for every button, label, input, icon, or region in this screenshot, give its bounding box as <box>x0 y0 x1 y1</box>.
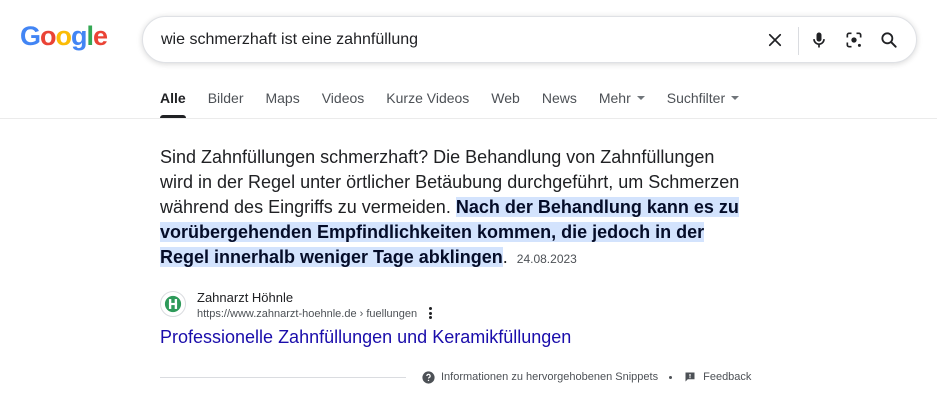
tab-label: Kurze Videos <box>386 90 470 106</box>
tab-label: Videos <box>321 90 365 106</box>
feedback-link[interactable]: Feedback <box>683 370 751 384</box>
search-divider <box>798 27 799 55</box>
tab-label: Alle <box>160 90 186 106</box>
logo-letter: o <box>55 21 72 51</box>
tab-label: Bilder <box>207 90 244 106</box>
site-favicon-icon <box>160 291 186 317</box>
tab-label: News <box>541 90 577 106</box>
search-box[interactable]: wie schmerzhaft ist eine zahnfüllung <box>142 16 917 63</box>
tab-maps[interactable]: Maps <box>265 90 299 118</box>
about-snippets-link[interactable]: Informationen zu hervorgehobenen Snippet… <box>421 370 658 384</box>
about-snippets-label: Informationen zu hervorgehobenen Snippet… <box>441 371 659 383</box>
caret-down-icon <box>731 96 740 100</box>
tab-videos[interactable]: Videos <box>322 90 365 118</box>
feedback-icon <box>683 370 697 384</box>
tab-news[interactable]: News <box>542 90 577 118</box>
tab-label: Mehr <box>598 90 631 106</box>
logo-letter: o <box>40 21 56 51</box>
caret-down-icon <box>636 96 645 100</box>
search-input[interactable]: wie schmerzhaft ist eine zahnfüllung <box>161 31 418 49</box>
logo-letter: G <box>20 21 41 51</box>
clear-icon[interactable] <box>763 28 787 52</box>
camera-lens-icon[interactable] <box>842 28 866 52</box>
site-url: https://www.zahnarzt-hoehnle.de › fuellu… <box>197 308 418 320</box>
logo-letter: e <box>93 21 108 51</box>
google-logo[interactable]: Google <box>20 21 108 52</box>
tab-suchfilter[interactable]: Suchfilter <box>666 90 740 118</box>
tab-mehr[interactable]: Mehr <box>599 90 645 118</box>
snippet-date: 24.08.2023 <box>516 252 577 266</box>
site-name: Zahnarzt Höhnle <box>197 290 294 305</box>
snippet-end: . <box>502 247 508 267</box>
tab-label: Suchfilter <box>666 90 726 106</box>
search-icon[interactable] <box>877 28 901 52</box>
footer-divider <box>160 377 406 378</box>
logo-letter: g <box>71 21 87 51</box>
header-divider <box>0 118 937 119</box>
feedback-label: Feedback <box>703 371 752 383</box>
result-title-link[interactable]: Professionelle Zahnfüllungen und Keramik… <box>160 327 571 348</box>
featured-snippet: Sind Zahnfüllungen schmerzhaft? Die Beha… <box>160 145 740 272</box>
snippet-footer: Informationen zu hervorgehobenen Snippet… <box>421 370 751 384</box>
microphone-icon[interactable] <box>807 28 831 52</box>
separator-dot <box>669 375 673 379</box>
tab-label: Web <box>491 90 520 106</box>
tab-kurze-videos[interactable]: Kurze Videos <box>386 90 469 118</box>
tab-web[interactable]: Web <box>491 90 520 118</box>
search-tabs: Alle Bilder Maps Videos Kurze Videos Web… <box>160 90 761 118</box>
tab-alle[interactable]: Alle <box>160 90 186 118</box>
help-icon <box>421 370 435 384</box>
tab-bilder[interactable]: Bilder <box>208 90 244 118</box>
more-options-icon[interactable] <box>426 306 434 320</box>
tab-label: Maps <box>265 90 300 106</box>
